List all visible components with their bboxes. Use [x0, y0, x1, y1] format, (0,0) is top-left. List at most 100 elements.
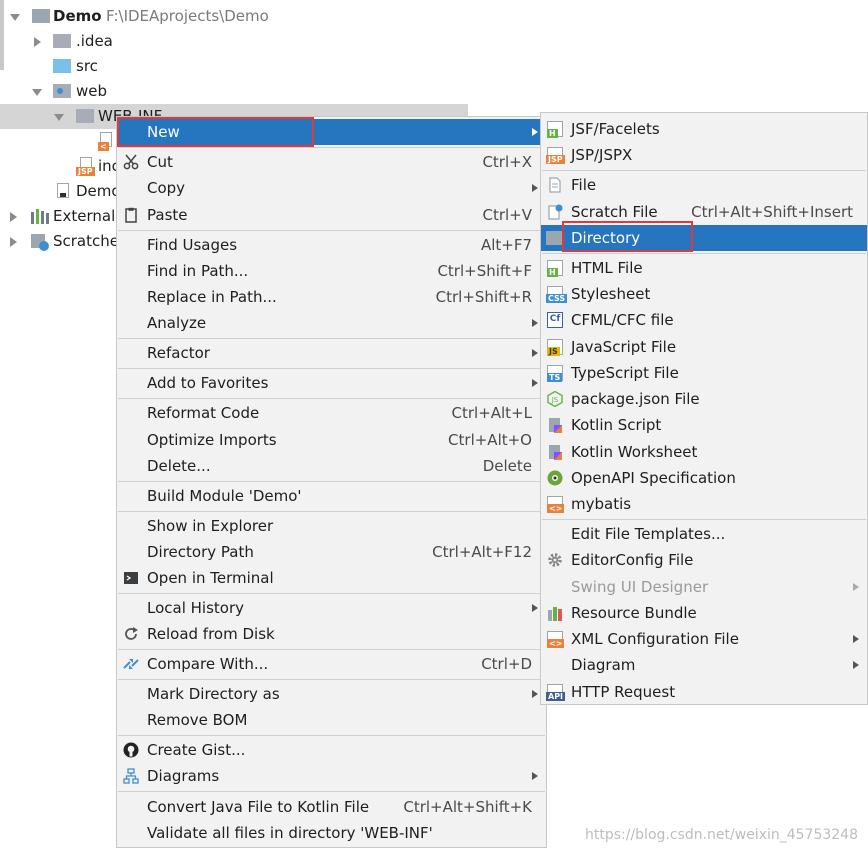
submenu-arrow-icon	[532, 349, 538, 357]
menu-item-label: HTML File	[571, 259, 643, 277]
xml-file-icon: <>	[547, 631, 565, 648]
menu-item-label: Resource Bundle	[571, 604, 697, 622]
menu-item-convert-java-kotlin[interactable]: Convert Java File to Kotlin File Ctrl+Al…	[117, 794, 546, 820]
submenu-arrow-icon	[532, 319, 538, 327]
submenu-item-kotlin-script[interactable]: Kotlin Script	[541, 412, 867, 438]
menu-item-label: EditorConfig File	[571, 551, 694, 569]
tree-root-demo[interactable]: Demo F:\IDEAprojects\Demo	[0, 4, 468, 29]
submenu-item-kotlin-worksheet[interactable]: Kotlin Worksheet	[541, 439, 867, 465]
html-file-icon: H	[547, 260, 563, 277]
menu-item-find-usages[interactable]: Find Usages Alt+F7	[117, 232, 546, 258]
shortcut: Delete	[482, 457, 532, 475]
menu-item-reformat-code[interactable]: Reformat Code Ctrl+Alt+L	[117, 400, 546, 426]
tree-item-src[interactable]: src	[0, 54, 468, 79]
submenu-item-typescript[interactable]: TS TypeScript File	[541, 360, 867, 386]
chevron-down-icon[interactable]	[54, 112, 64, 122]
shortcut: Ctrl+Alt+F12	[432, 543, 532, 561]
iml-badge	[60, 193, 66, 197]
menu-item-label: XML Configuration File	[571, 630, 739, 648]
menu-separator	[118, 230, 545, 231]
menu-item-label: package.json File	[571, 390, 700, 408]
chevron-right-icon[interactable]	[8, 212, 18, 222]
menu-separator	[118, 511, 545, 512]
menu-item-create-gist[interactable]: Create Gist...	[117, 737, 546, 763]
shortcut: Ctrl+Shift+R	[435, 288, 532, 306]
submenu-item-http-request[interactable]: API HTTP Request	[541, 679, 867, 705]
submenu-item-package-json[interactable]: JS package.json File	[541, 386, 867, 412]
submenu-item-stylesheet[interactable]: CSS Stylesheet	[541, 281, 867, 307]
menu-item-label: Build Module 'Demo'	[147, 487, 302, 505]
menu-item-label: Convert Java File to Kotlin File	[147, 798, 370, 816]
menu-item-label: Local History	[147, 599, 245, 617]
submenu-arrow-icon	[532, 604, 538, 612]
submenu-item-diagram[interactable]: Diagram	[541, 652, 867, 678]
library-icon	[31, 209, 49, 224]
chevron-right-icon[interactable]	[8, 237, 18, 247]
chevron-right-icon[interactable]	[32, 37, 42, 47]
css-file-icon: CSS	[546, 286, 568, 303]
menu-item-refactor[interactable]: Refactor	[117, 340, 546, 366]
menu-item-build-module[interactable]: Build Module 'Demo'	[117, 483, 546, 509]
kotlin-script-icon	[549, 418, 562, 433]
menu-item-copy[interactable]: Copy	[117, 175, 546, 201]
menu-item-cut[interactable]: Cut Ctrl+X	[117, 149, 546, 175]
menu-item-paste[interactable]: Paste Ctrl+V	[117, 202, 546, 228]
menu-item-label: Refactor	[147, 344, 210, 362]
menu-item-add-to-favorites[interactable]: Add to Favorites	[117, 370, 546, 396]
menu-item-diagrams[interactable]: Diagrams	[117, 763, 546, 789]
root-path: F:\IDEAprojects\Demo	[106, 7, 269, 25]
menu-item-open-in-terminal[interactable]: Open in Terminal	[117, 565, 546, 591]
menu-item-compare-with[interactable]: Compare With... Ctrl+D	[117, 651, 546, 677]
submenu-item-file[interactable]: File	[541, 172, 867, 198]
submenu-item-resource-bundle[interactable]: Resource Bundle	[541, 600, 867, 626]
menu-item-find-in-path[interactable]: Find in Path... Ctrl+Shift+F	[117, 258, 546, 284]
submenu-item-openapi[interactable]: OpenAPI Specification	[541, 465, 867, 491]
menu-item-optimize-imports[interactable]: Optimize Imports Ctrl+Alt+O	[117, 427, 546, 453]
tree-item-label: External	[53, 207, 116, 225]
scissors-icon	[123, 154, 139, 170]
menu-separator	[118, 368, 545, 369]
menu-item-directory-path[interactable]: Directory Path Ctrl+Alt+F12	[117, 539, 546, 565]
submenu-item-jsp[interactable]: JSP JSP/JSPX	[541, 142, 867, 168]
menu-item-label: Edit File Templates...	[571, 525, 726, 543]
chevron-down-icon[interactable]	[32, 87, 42, 97]
menu-item-local-history[interactable]: Local History	[117, 595, 546, 621]
menu-item-label: Diagram	[571, 656, 636, 674]
menu-item-label: Open in Terminal	[147, 569, 274, 587]
submenu-item-cfml[interactable]: Cf CFML/CFC file	[541, 307, 867, 333]
menu-item-label: JavaScript File	[571, 338, 677, 356]
annotation-box-new	[117, 117, 314, 147]
menu-item-remove-bom[interactable]: Remove BOM	[117, 707, 546, 733]
tree-item-web[interactable]: web	[0, 79, 468, 104]
chevron-down-icon[interactable]	[10, 12, 20, 22]
menu-item-delete[interactable]: Delete... Delete	[117, 453, 546, 479]
submenu-item-html-file[interactable]: H HTML File	[541, 255, 867, 281]
menu-item-reload-from-disk[interactable]: Reload from Disk	[117, 621, 546, 647]
menu-item-analyze[interactable]: Analyze	[117, 310, 546, 336]
mybatis-file-icon: <>	[547, 496, 565, 513]
javascript-file-icon: JS	[547, 339, 563, 356]
submenu-item-mybatis[interactable]: <> mybatis	[541, 491, 867, 517]
submenu-item-jsf[interactable]: H JSF/Facelets	[541, 116, 867, 142]
menu-item-replace-in-path[interactable]: Replace in Path... Ctrl+Shift+R	[117, 284, 546, 310]
submenu-item-edit-templates[interactable]: Edit File Templates...	[541, 521, 867, 547]
menu-separator	[118, 679, 545, 680]
menu-item-label: HTTP Request	[571, 683, 676, 701]
jsp-badge: JSP	[76, 167, 95, 176]
menu-item-validate-all[interactable]: Validate all files in directory 'WEB-INF…	[117, 820, 546, 846]
menu-separator	[118, 735, 545, 736]
submenu-item-editorconfig[interactable]: EditorConfig File	[541, 547, 867, 573]
submenu-arrow-icon	[532, 772, 538, 780]
menu-item-label: Diagrams	[147, 767, 220, 785]
submenu-item-xml-config[interactable]: <> XML Configuration File	[541, 626, 867, 652]
menu-separator	[118, 147, 545, 148]
cfml-icon: Cf	[547, 312, 563, 328]
submenu-item-javascript[interactable]: JS JavaScript File	[541, 334, 867, 360]
menu-item-label: Validate all files in directory 'WEB-INF…	[147, 824, 433, 842]
web-dot-icon	[57, 88, 63, 94]
tree-item-idea[interactable]: .idea	[0, 29, 468, 54]
menu-item-show-in-explorer[interactable]: Show in Explorer	[117, 513, 546, 539]
menu-item-label: Analyze	[147, 314, 207, 332]
menu-item-mark-directory-as[interactable]: Mark Directory as	[117, 681, 546, 707]
new-submenu: H JSF/Facelets JSP JSP/JSPX File Scratch…	[540, 112, 868, 705]
